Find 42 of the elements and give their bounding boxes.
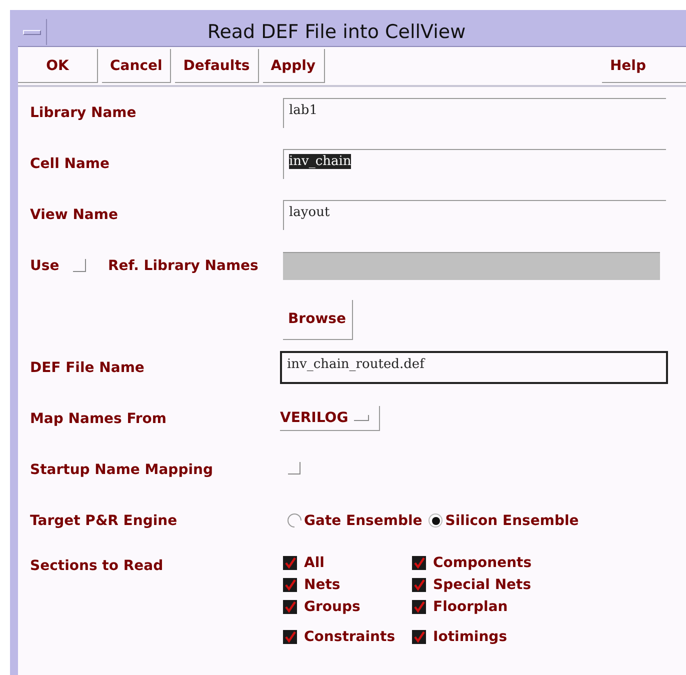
checkbox[interactable] [412,556,426,570]
radio-label: Silicon Ensemble [445,512,579,528]
dropdown[interactable]: VERILOG [280,406,380,431]
radio-button[interactable] [287,513,302,528]
checkbox[interactable] [412,600,426,614]
field-label: Ref. Library Names [108,258,260,274]
field-label: Target P&R Engine [30,512,178,528]
checkbox[interactable] [283,600,297,614]
field-label: View Name [30,206,119,222]
checkbox[interactable] [283,556,297,570]
browse-button[interactable]: Browse [283,300,353,340]
checkbox-label: All [304,555,324,571]
checkbox-label: Nets [304,577,340,593]
input-field[interactable]: lab1 [283,98,666,128]
field-label: Map Names From [30,410,168,426]
checkbox[interactable] [412,578,426,592]
input-field[interactable]: inv_chain_routed.def [280,351,668,384]
input-field[interactable]: layout [283,200,666,230]
checkbox-label: Groups [304,599,360,615]
checkbox[interactable] [412,630,426,644]
toolbar-button[interactable]: Defaults [175,49,259,83]
toolbar-button[interactable]: Cancel [102,49,172,83]
radio-button[interactable] [428,513,444,528]
radio-label: Gate Ensemble [304,512,422,528]
checkbox-label: Floorplan [433,599,508,615]
checkbox-label: Constraints [304,629,396,645]
toolbar-button[interactable]: OK [18,49,98,83]
checkbox-label: Iotimings [433,629,508,645]
field-label: DEF File Name [30,360,146,376]
field-label: Startup Name Mapping [30,462,214,478]
field-label: Sections to Read [30,557,164,574]
field-label: Library Name [30,104,138,120]
field-label: Use [30,258,60,274]
checkbox[interactable] [283,578,297,592]
checkbox-label: Special Nets [433,577,532,593]
checkbox-label: Components [433,555,532,571]
toolbar-button[interactable]: Apply [262,49,325,83]
window-title: Read DEF File into CellView [206,21,467,43]
checkbox[interactable] [283,630,297,644]
field-label: Cell Name [30,156,110,172]
checkbox[interactable] [287,461,301,475]
input-field[interactable]: inv_chain [283,148,666,178]
